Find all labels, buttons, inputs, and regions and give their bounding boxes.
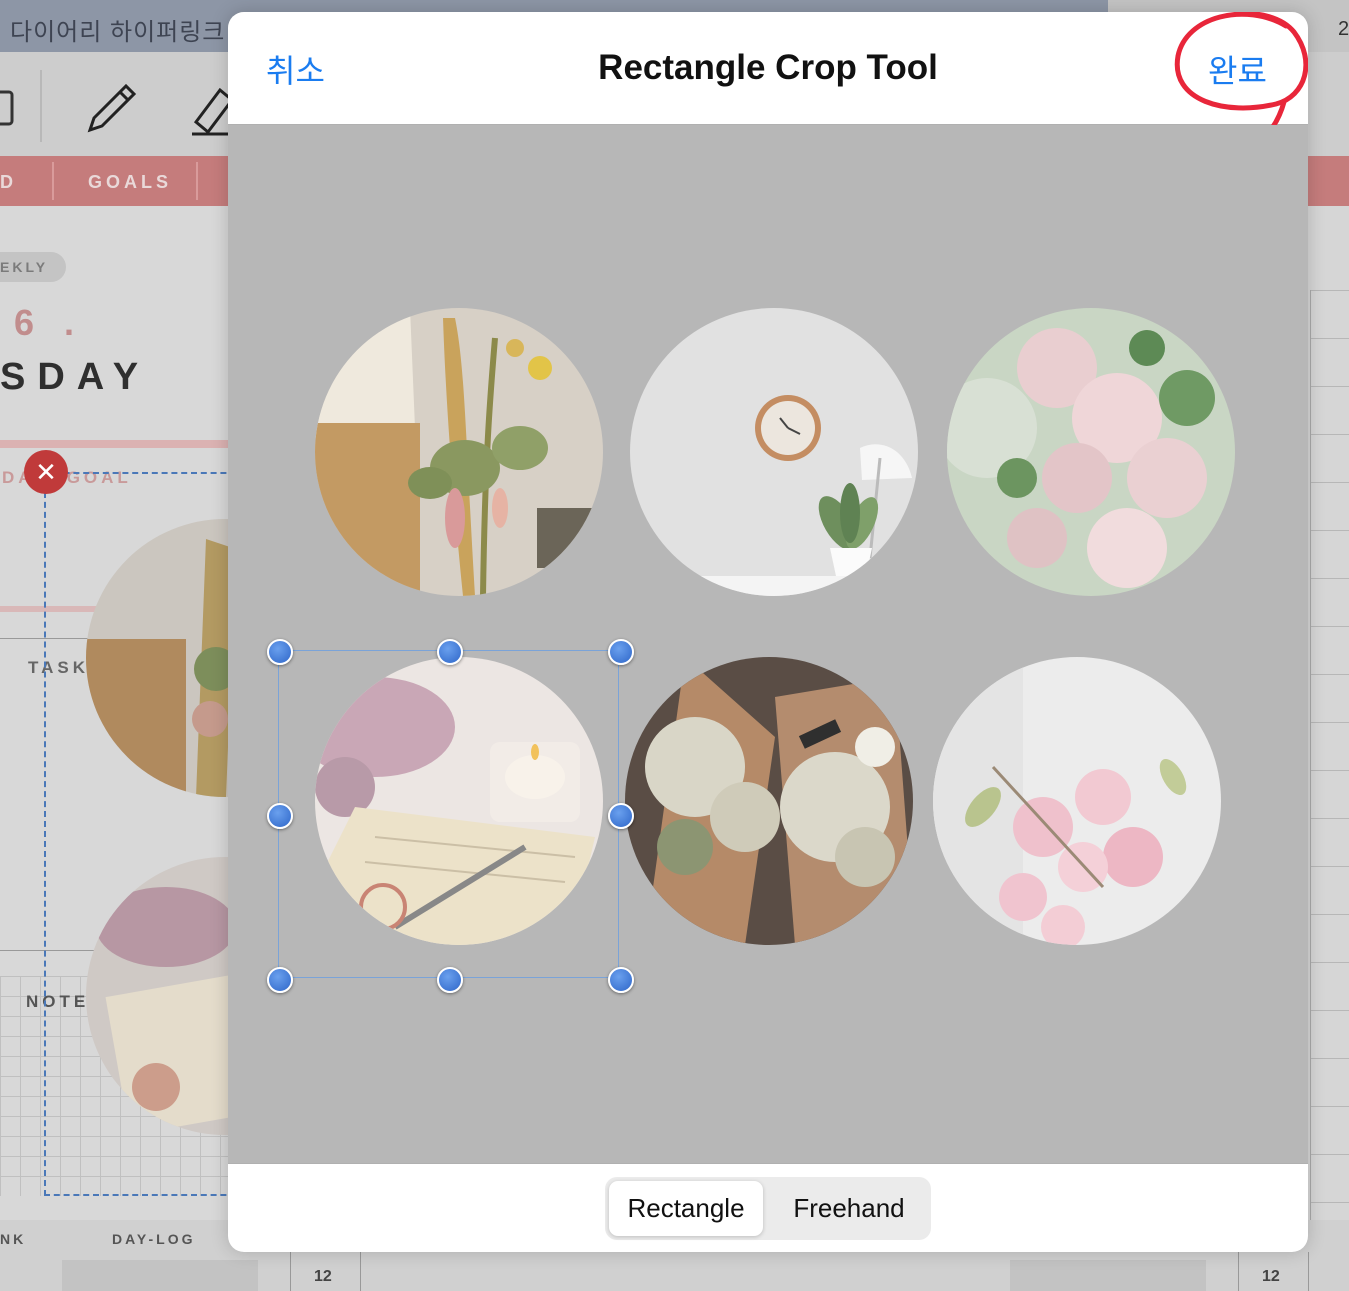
mood-tracker xyxy=(62,1260,258,1291)
mode-rectangle[interactable]: Rectangle xyxy=(609,1181,763,1236)
divider xyxy=(1238,1252,1239,1291)
background-selection xyxy=(44,472,246,1196)
crop-mode-segmented-control: Rectangle Freehand xyxy=(605,1177,931,1240)
day-name: SDAY xyxy=(0,356,151,398)
crop-handle-right[interactable] xyxy=(608,803,634,829)
crop-handle-top-left[interactable] xyxy=(267,639,293,665)
divider xyxy=(290,1252,291,1291)
crop-handle-bottom-left[interactable] xyxy=(267,967,293,993)
footer-label: NK xyxy=(0,1231,27,1247)
page-number-left: 12 xyxy=(314,1268,332,1285)
crop-handle-top[interactable] xyxy=(437,639,463,665)
divider xyxy=(360,1252,361,1291)
app-title: 다이어리 하이퍼링크 xyxy=(10,19,226,46)
page-number: 2 xyxy=(1338,18,1349,40)
photo-wall-clock-plant[interactable] xyxy=(630,308,918,596)
tab-partial[interactable]: D xyxy=(0,172,13,193)
crop-canvas[interactable] xyxy=(228,125,1308,1163)
planner-grid xyxy=(1310,290,1349,1250)
dialog-title: Rectangle Crop Tool xyxy=(598,48,938,87)
delete-selection-icon[interactable]: ✕ xyxy=(24,450,68,494)
crop-tool-dialog: 취소 Rectangle Crop Tool 완료 Rectangle Free… xyxy=(228,12,1308,1252)
lasso-tool-icon[interactable] xyxy=(0,82,42,134)
tab-divider xyxy=(196,162,198,200)
crop-handle-left[interactable] xyxy=(267,803,293,829)
date-number: 6 . xyxy=(14,302,85,343)
divider xyxy=(1308,1252,1309,1291)
dialog-footer: Rectangle Freehand xyxy=(228,1163,1308,1252)
photo-planner-candle-flowers[interactable] xyxy=(315,657,603,945)
mood-tracker xyxy=(1010,1260,1206,1291)
photo-dried-flower-bouquet[interactable] xyxy=(315,308,603,596)
done-button[interactable]: 완료 xyxy=(1208,46,1267,92)
tab-goals[interactable]: GOALS xyxy=(88,172,172,193)
divider xyxy=(0,440,228,448)
crop-handle-top-right[interactable] xyxy=(608,639,634,665)
photo-pink-blossom-branches[interactable] xyxy=(947,308,1235,596)
day-log-label: DAY-LOG xyxy=(112,1231,196,1247)
photo-pink-cherry-blossoms[interactable] xyxy=(933,657,1221,945)
photo-white-flower-bouquets[interactable] xyxy=(625,657,913,945)
crop-handle-bottom-right[interactable] xyxy=(608,967,634,993)
page-number-right: 12 xyxy=(1262,1268,1280,1285)
dialog-header: 취소 Rectangle Crop Tool 완료 xyxy=(228,12,1308,151)
mode-freehand[interactable]: Freehand xyxy=(771,1181,927,1236)
crop-handle-bottom[interactable] xyxy=(437,967,463,993)
weekly-label: EKLY xyxy=(0,259,49,275)
tab-divider xyxy=(52,162,54,200)
pen-tool-icon[interactable] xyxy=(84,82,137,134)
